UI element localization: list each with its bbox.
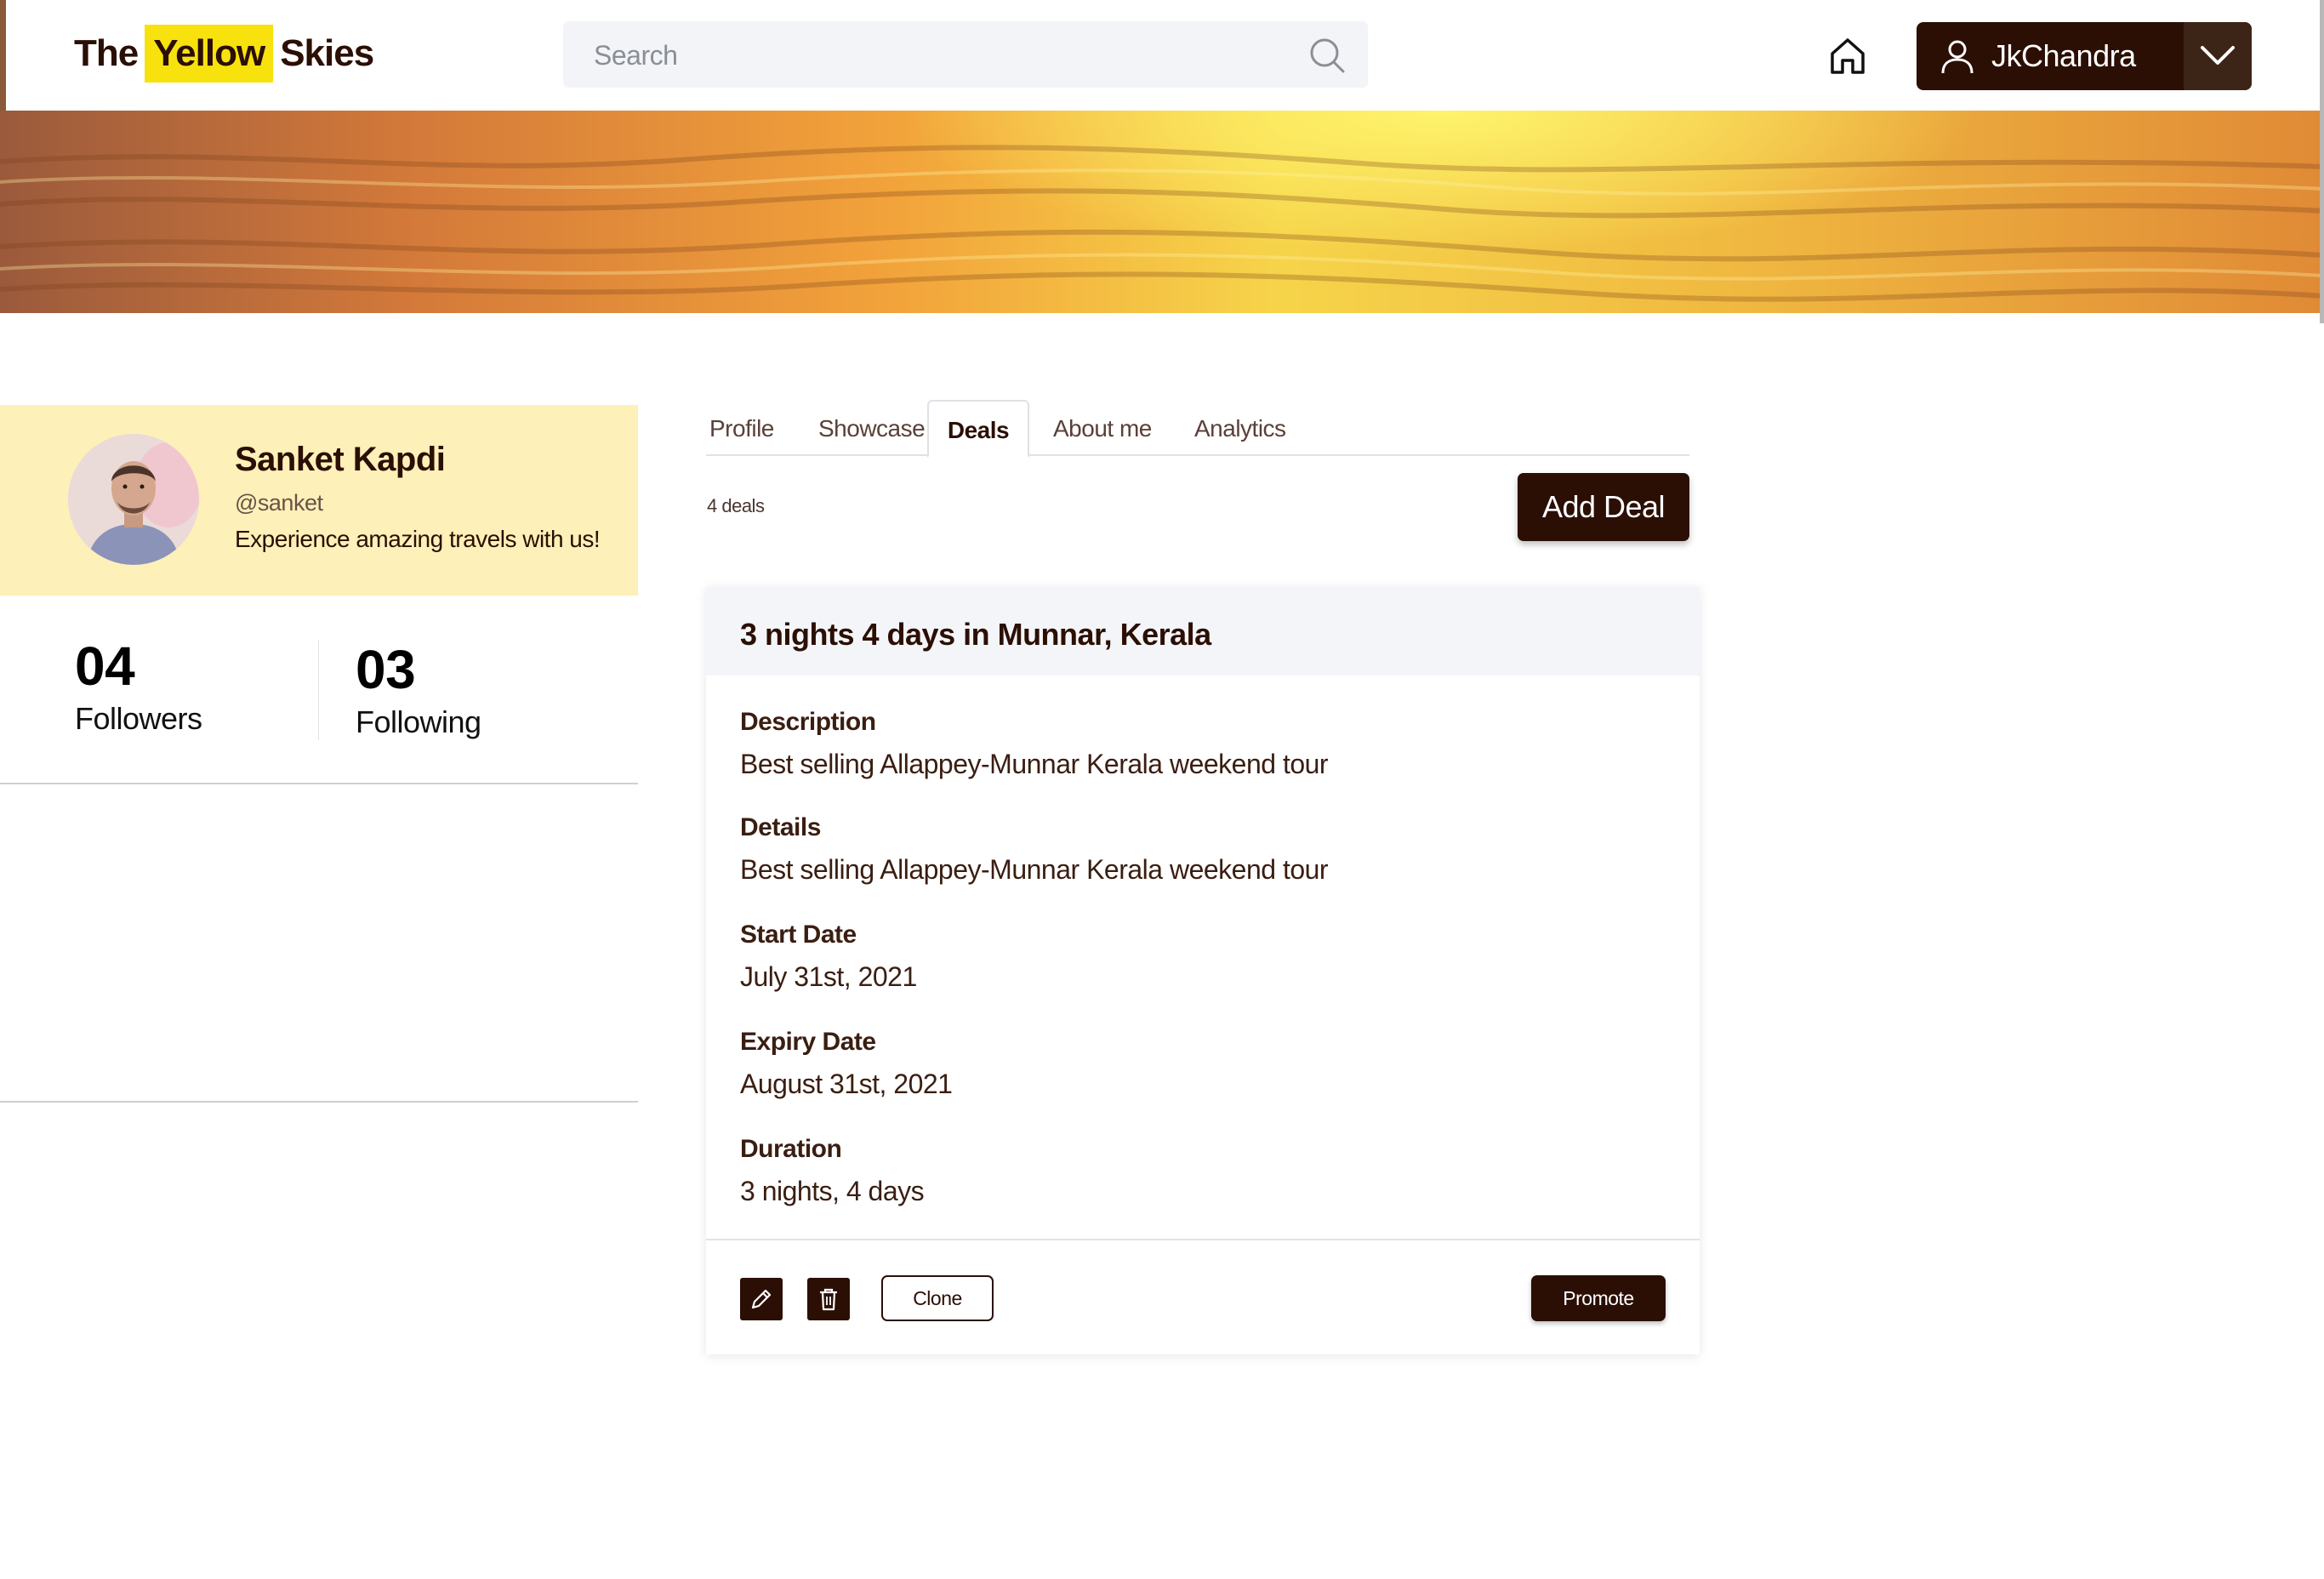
top-navbar: The Yellow Skies JkChandra [0,0,2324,111]
cloud-texture [0,145,2324,302]
field-value-description: Best selling Allappey-Munnar Kerala week… [740,749,1329,779]
delete-deal-button[interactable] [807,1278,850,1320]
user-name: JkChandra [1991,38,2136,73]
followers-label[interactable]: Followers [75,701,202,737]
field-value-start-date: July 31st, 2021 [740,961,917,992]
field-value-details: Best selling Allappey-Munnar Kerala week… [740,854,1329,885]
following-label[interactable]: Following [356,704,481,740]
cover-banner [0,111,2324,313]
field-label-expiry-date: Expiry Date [740,1028,876,1056]
tab-deals[interactable]: Deals [927,400,1029,458]
tab-showcase[interactable]: Showcase [818,400,929,454]
tab-analytics[interactable]: Analytics [1194,400,1288,454]
logo-text-yellow: Yellow [145,25,274,83]
profile-bio: Experience amazing travels with us! [235,526,601,552]
home-icon[interactable] [1827,35,1868,76]
logo-text-the: The [74,32,139,74]
deal-card-header: 3 nights 4 days in Munnar, Kerala [706,587,1700,675]
card-footer-divider [706,1239,1700,1240]
profile-name: Sanket Kapdi [235,441,446,478]
search-bar [563,21,1368,89]
stats-divider [318,640,319,740]
add-deal-button[interactable]: Add Deal [1518,473,1689,541]
avatar-image [68,434,199,565]
site-logo[interactable]: The Yellow Skies [74,24,374,83]
profile-handle: @sanket [235,490,323,516]
promote-deal-button[interactable]: Promote [1531,1275,1666,1321]
field-label-description: Description [740,708,876,736]
search-icon[interactable] [1308,37,1346,74]
avatar [68,434,199,565]
field-value-duration: 3 nights, 4 days [740,1176,925,1206]
window-edge [0,0,6,111]
field-label-details: Details [740,813,821,841]
profile-card: Sanket Kapdi @sanket Experience amazing … [0,405,638,596]
field-label-start-date: Start Date [740,921,857,949]
logo-text-skies: Skies [280,32,374,74]
field-label-duration: Duration [740,1135,842,1163]
followers-count[interactable]: 04 [75,635,135,698]
scrollbar[interactable] [2320,0,2324,323]
edit-deal-button[interactable] [740,1278,783,1320]
trash-icon [820,1288,837,1311]
deal-count: 4 deals [707,495,765,516]
user-menu-toggle[interactable] [2184,22,2252,90]
follow-stats: 04 Followers 03 Following [0,596,638,784]
profile-tabs: Profile Showcase Deals About me Analytic… [706,400,1689,458]
deal-title: 3 nights 4 days in Munnar, Kerala [740,617,1211,652]
field-value-expiry-date: August 31st, 2021 [740,1069,953,1099]
pencil-icon [751,1289,772,1309]
chevron-down-icon [2201,46,2235,65]
user-icon [1941,40,1974,74]
tab-profile[interactable]: Profile [709,400,778,454]
user-menu-button[interactable]: JkChandra [1917,22,2252,90]
deal-card: 3 nights 4 days in Munnar, Kerala Descri… [706,587,1700,1354]
search-input[interactable] [592,21,1293,89]
section-divider [0,1101,638,1103]
clone-deal-button[interactable]: Clone [881,1275,994,1321]
following-count[interactable]: 03 [356,638,416,701]
tab-about-me[interactable]: About me [1053,400,1155,454]
